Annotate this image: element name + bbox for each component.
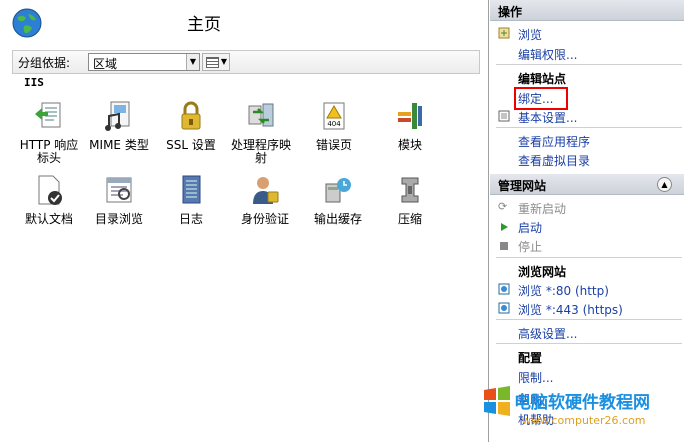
divider [496, 257, 682, 258]
group-by-label: 分组依据: [18, 56, 71, 70]
modules-icon [398, 103, 422, 129]
highlight-box [514, 87, 568, 110]
browse-icon [498, 27, 510, 39]
actions-title: 操作 [498, 5, 523, 19]
feature-handler-mappings[interactable]: 处理程序映射 [226, 100, 296, 165]
error-pages-icon: 404 [323, 102, 345, 130]
feature-label: SSL 设置 [166, 138, 216, 152]
group-by-toolbar: 分组依据: 区域 ▼ ▼ [12, 50, 480, 74]
watermark-url: www.computer26.com [522, 414, 646, 427]
mime-types-icon [105, 101, 130, 131]
feature-ssl-settings[interactable]: SSL 设置 [156, 100, 226, 152]
svg-text:404: 404 [327, 120, 341, 128]
feature-label: 输出缓存 [313, 212, 362, 226]
feature-label: HTTP 响应标头 [19, 138, 79, 165]
default-document-icon [38, 175, 62, 205]
divider [496, 127, 682, 128]
logging-icon [182, 175, 201, 204]
feature-modules[interactable]: 模块 [375, 100, 445, 152]
feature-label: 处理程序映射 [230, 138, 291, 165]
feature-default-document[interactable]: 默认文档 [14, 174, 84, 226]
feature-label: 目录浏览 [94, 212, 143, 226]
http-response-headers-icon [35, 102, 61, 128]
page-header: 主页 [0, 0, 488, 44]
output-caching-icon [325, 178, 351, 203]
feature-directory-browsing[interactable]: 目录浏览 [84, 174, 154, 226]
handler-mappings-icon [248, 103, 274, 127]
features-view-pane: 主页 分组依据: 区域 ▼ ▼ IIS HTTP 响应标头 MIME 类型 SS… [0, 0, 489, 442]
watermark-text: 电脑软硬件教程网 [514, 393, 650, 413]
feature-label: 模块 [397, 138, 422, 152]
action-view-applications[interactable]: 查看应用程序 [518, 133, 590, 150]
page-title: 主页 [187, 15, 221, 35]
action-edit-permissions[interactable]: 编辑权限... [518, 46, 577, 63]
action-browse-80[interactable]: 浏览 *:80 (http) [518, 282, 609, 299]
feature-compression[interactable]: 压缩 [375, 174, 445, 226]
group-browse-site: 浏览网站 [518, 265, 567, 279]
feature-mime-types[interactable]: MIME 类型 [84, 100, 154, 152]
restart-icon: ⟳ [498, 200, 508, 213]
manage-site-title: 管理网站 [498, 179, 547, 193]
start-icon [501, 223, 508, 231]
feature-authentication[interactable]: 身份验证 [230, 174, 300, 226]
action-browse-443[interactable]: 浏览 *:443 (https) [518, 301, 623, 318]
feature-label: 日志 [178, 212, 203, 226]
manage-site-header: 管理网站 ▲ [490, 174, 684, 195]
feature-error-pages[interactable]: 404 错误页 [299, 100, 369, 152]
view-list-icon [206, 57, 219, 68]
collapse-icon[interactable]: ▲ [657, 177, 672, 192]
windows-logo-icon [484, 386, 510, 416]
action-view-virtual-dirs[interactable]: 查看虚拟目录 [518, 152, 590, 169]
compression-icon [401, 177, 419, 203]
feature-label: 压缩 [397, 212, 422, 226]
divider [496, 319, 682, 320]
group-edit-site: 编辑站点 [518, 72, 567, 86]
browse-https-icon [498, 302, 510, 314]
directory-browsing-icon [106, 177, 132, 203]
divider [496, 64, 682, 65]
actions-header: 操作 [490, 0, 684, 21]
section-header-iis: IIS [24, 76, 44, 89]
feature-label: 身份验证 [240, 212, 289, 226]
browse-http-icon [498, 283, 510, 295]
action-stop[interactable]: 停止 [518, 238, 542, 255]
group-by-value: 区域 [93, 57, 118, 71]
action-browse[interactable]: 浏览 [518, 26, 542, 43]
feature-label: MIME 类型 [89, 138, 149, 152]
group-by-select[interactable]: 区域 ▼ [88, 53, 200, 71]
actions-pane: 操作 浏览 编辑权限... 编辑站点 绑定... 基本设置... 查看应用程序 … [490, 0, 684, 442]
action-basic-settings[interactable]: 基本设置... [518, 109, 577, 126]
action-advanced-settings[interactable]: 高级设置... [518, 325, 577, 342]
stop-icon [500, 242, 508, 250]
action-start[interactable]: 启动 [518, 219, 542, 236]
group-configure: 配置 [518, 351, 543, 365]
divider [496, 343, 682, 344]
feature-logging[interactable]: 日志 [156, 174, 226, 226]
action-restart[interactable]: 重新启动 [518, 200, 566, 217]
settings-icon [498, 110, 510, 122]
feature-output-caching[interactable]: 输出缓存 [303, 174, 373, 226]
view-mode-button[interactable]: ▼ [202, 53, 230, 71]
ssl-lock-icon [181, 101, 201, 130]
chevron-down-icon: ▼ [186, 54, 199, 70]
feature-http-response-headers[interactable]: HTTP 响应标头 [14, 100, 84, 165]
authentication-icon [253, 177, 279, 204]
feature-label: 默认文档 [24, 212, 73, 226]
feature-label: 错误页 [315, 138, 352, 152]
watermark: 电脑软硬件教程网 www.computer26.com [482, 380, 684, 442]
